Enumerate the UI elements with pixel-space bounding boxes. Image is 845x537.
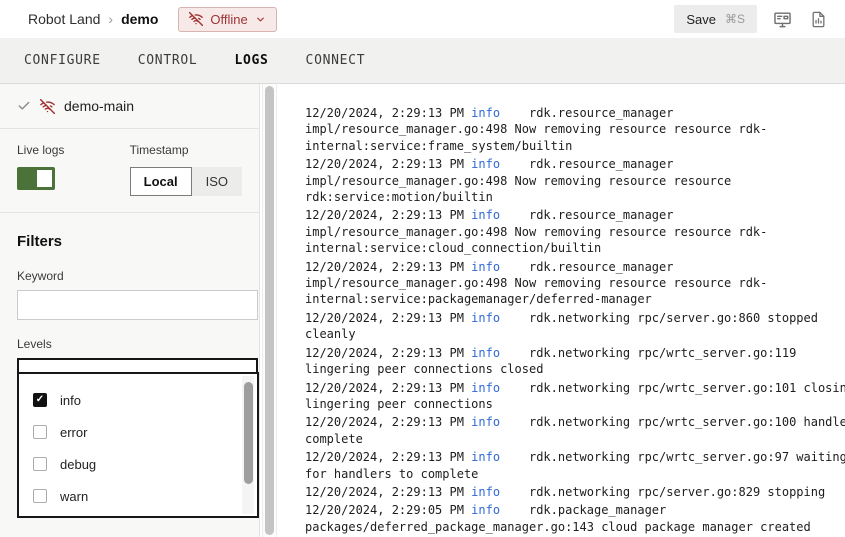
log-panel: 12/20/2024, 2:29:13 PM info rdk.resource… <box>277 84 845 537</box>
logs-page: demo-main Live logs Timestamp Local ISO … <box>0 84 845 537</box>
log-entry: 12/20/2024, 2:29:13 PM info rdk.networki… <box>305 380 845 413</box>
level-option-partial <box>33 512 257 518</box>
level-option[interactable]: error <box>33 416 257 448</box>
log-report-button[interactable] <box>808 8 829 31</box>
breadcrumb-org[interactable]: Robot Land <box>28 11 100 27</box>
file-chart-icon <box>810 10 827 29</box>
save-shortcut: ⌘S <box>725 12 745 26</box>
level-option-label: debug <box>60 457 96 472</box>
live-logs-toggle[interactable] <box>17 167 55 190</box>
part-name: demo-main <box>64 98 134 114</box>
log-scrollbar-thumb[interactable] <box>265 86 274 535</box>
machine-status-dropdown[interactable]: Offline <box>178 7 276 32</box>
timestamp-iso-button[interactable]: ISO <box>192 167 242 196</box>
level-option[interactable]: warn <box>33 480 257 512</box>
breadcrumb-machine[interactable]: demo <box>121 11 158 27</box>
checkbox-info[interactable] <box>33 393 47 407</box>
checkbox-warn[interactable] <box>33 489 47 503</box>
checkbox-error[interactable] <box>33 425 47 439</box>
timestamp-label: Timestamp <box>130 143 242 157</box>
logs-sidebar: demo-main Live logs Timestamp Local ISO … <box>0 84 260 537</box>
check-icon <box>17 99 31 113</box>
levels-dropdown-panel: info error debug warn <box>17 372 259 518</box>
levels-label: Levels <box>17 337 258 351</box>
keyword-input[interactable] <box>17 290 258 320</box>
log-entry: 12/20/2024, 2:29:13 PM info rdk.resource… <box>305 259 845 308</box>
tab-configure[interactable]: CONFIGURE <box>24 53 101 68</box>
filters-title: Filters <box>17 233 258 250</box>
monitor-icon <box>773 10 792 29</box>
toggle-knob <box>37 170 52 187</box>
wifi-off-icon <box>189 12 203 26</box>
breadcrumb: Robot Land › demo <box>28 11 158 27</box>
level-option[interactable]: debug <box>33 448 257 480</box>
breadcrumb-separator: › <box>108 11 113 27</box>
filters-section: Filters Keyword Levels <box>0 213 258 388</box>
log-controls: Live logs Timestamp Local ISO <box>0 129 259 213</box>
log-entry: 12/20/2024, 2:29:13 PM info rdk.networki… <box>305 484 845 500</box>
log-entry: 12/20/2024, 2:29:13 PM info rdk.networki… <box>305 449 845 482</box>
log-entry: 12/20/2024, 2:29:13 PM info rdk.resource… <box>305 156 845 205</box>
timestamp-format-switch: Local ISO <box>130 167 242 196</box>
checkbox-debug[interactable] <box>33 457 47 471</box>
wifi-off-icon <box>40 99 55 114</box>
log-entry: 12/20/2024, 2:29:13 PM info rdk.networki… <box>305 310 845 343</box>
log-entry: 12/20/2024, 2:29:13 PM info rdk.resource… <box>305 105 845 154</box>
chevron-down-icon <box>255 14 266 25</box>
log-entry: 12/20/2024, 2:29:13 PM info rdk.networki… <box>305 414 845 447</box>
tab-logs[interactable]: LOGS <box>234 53 268 68</box>
log-entry: 12/20/2024, 2:29:13 PM info rdk.networki… <box>305 345 845 378</box>
level-option-label: warn <box>60 489 88 504</box>
save-label: Save <box>686 12 716 27</box>
level-option-label: error <box>60 425 87 440</box>
machine-part-row[interactable]: demo-main <box>0 84 259 129</box>
log-scrollbar-track[interactable] <box>262 84 277 537</box>
keyword-label: Keyword <box>17 269 258 283</box>
level-option[interactable]: info <box>33 384 257 416</box>
log-entry: 12/20/2024, 2:29:05 PM info rdk.package_… <box>305 502 845 537</box>
log-entry: 12/20/2024, 2:29:13 PM info rdk.resource… <box>305 207 845 256</box>
tab-bar: CONFIGURE CONTROL LOGS CONNECT <box>0 38 845 84</box>
machine-monitor-button[interactable] <box>771 8 794 31</box>
dropdown-scrollbar-thumb[interactable] <box>244 382 253 484</box>
level-option-label: info <box>60 393 81 408</box>
save-button[interactable]: Save ⌘S <box>674 5 757 33</box>
tab-connect[interactable]: CONNECT <box>306 53 366 68</box>
top-bar: Robot Land › demo Offline Save ⌘S <box>0 0 845 38</box>
status-label: Offline <box>210 12 247 27</box>
tab-control[interactable]: CONTROL <box>138 53 198 68</box>
live-logs-label: Live logs <box>17 143 130 157</box>
timestamp-local-button[interactable]: Local <box>130 167 192 196</box>
log-list: 12/20/2024, 2:29:13 PM info rdk.resource… <box>305 105 845 537</box>
